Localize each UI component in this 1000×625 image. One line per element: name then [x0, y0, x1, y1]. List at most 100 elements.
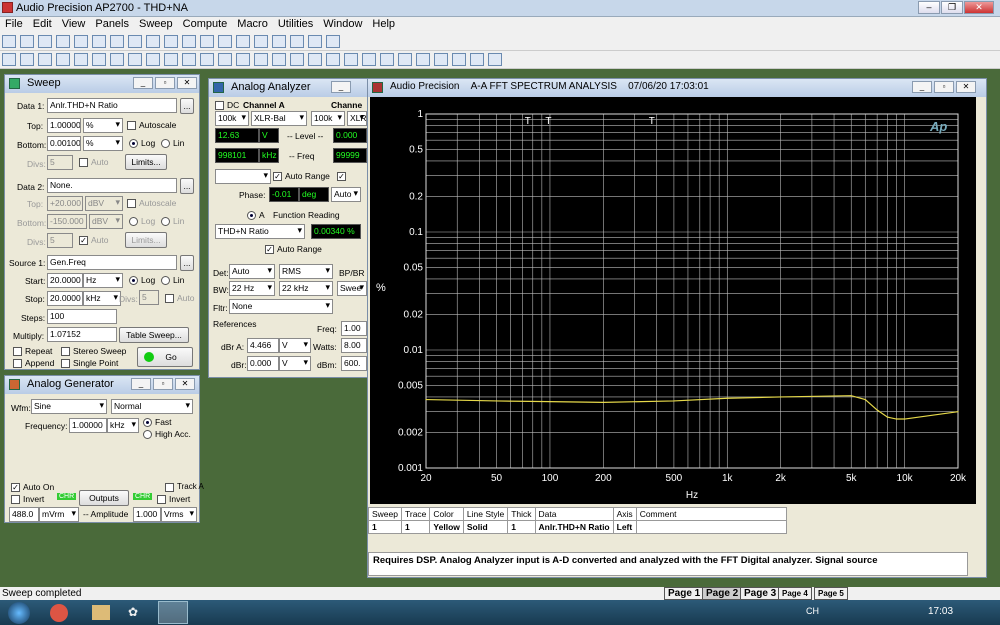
multiply-field[interactable]: 1.07152	[47, 327, 117, 342]
column-header[interactable]: Data	[534, 507, 614, 521]
watts-field[interactable]: 8.00	[341, 338, 367, 353]
toolbar-button-icon[interactable]	[416, 53, 430, 66]
toolbar-button-icon[interactable]	[38, 53, 52, 66]
restore-icon[interactable]: ❐	[941, 1, 963, 14]
toolbar-button-icon[interactable]	[56, 35, 70, 48]
toolbar-button-icon[interactable]	[38, 35, 52, 48]
bw-select[interactable]: 22 Hz	[229, 281, 275, 296]
stop-unit[interactable]: kHz	[83, 291, 121, 306]
invert2-checkbox[interactable]	[157, 495, 166, 504]
top2-unit[interactable]: dBV	[85, 196, 123, 211]
amplitude2-unit[interactable]: Vrms	[161, 507, 197, 522]
range-select[interactable]: 100k	[215, 111, 249, 126]
toolbar-button-icon[interactable]	[380, 53, 394, 66]
toolbar-button-icon[interactable]	[200, 53, 214, 66]
toolbar-button-icon[interactable]	[164, 35, 178, 48]
input-select[interactable]: XLR-Bal	[251, 111, 307, 126]
toolbar-button-icon[interactable]	[290, 35, 304, 48]
dbm-field[interactable]: 600.	[341, 356, 367, 371]
bottom-field[interactable]: 0.00100	[47, 136, 81, 151]
close-icon[interactable]: ✕	[964, 1, 994, 14]
dbr-field[interactable]: 0.000	[247, 356, 279, 371]
stop-field[interactable]: 20.0000	[47, 291, 83, 306]
log-radio[interactable]	[129, 139, 138, 148]
column-header[interactable]: Sweep	[368, 507, 402, 521]
column-header[interactable]: Axis	[612, 507, 637, 521]
data2-browse-button[interactable]: ...	[180, 178, 194, 194]
toolbar-button-icon[interactable]	[74, 35, 88, 48]
toolbar-button-icon[interactable]	[200, 35, 214, 48]
frequency-unit[interactable]: kHz	[107, 418, 139, 433]
limits2-button[interactable]: Limits...	[125, 232, 167, 248]
minimize-icon[interactable]: –	[918, 1, 940, 14]
function-select[interactable]: THD+N Ratio	[215, 224, 305, 239]
toolbar-button-icon[interactable]	[92, 35, 106, 48]
table-cell[interactable]	[635, 520, 787, 534]
page-tab-4[interactable]: Page 4	[778, 587, 812, 600]
wfm-select[interactable]: Sine	[31, 399, 107, 414]
amplitude-field[interactable]: 488.0	[9, 507, 39, 522]
fltr-select[interactable]: None	[229, 299, 333, 314]
input2-select[interactable]: XLR	[347, 111, 367, 126]
chr-badge[interactable]: CHR	[57, 493, 77, 500]
dbra-field[interactable]: 4.466	[247, 338, 279, 353]
toolbar-button-icon[interactable]	[164, 53, 178, 66]
chr2-badge[interactable]: CHR	[133, 493, 153, 500]
phase-unit[interactable]: deg	[299, 187, 329, 202]
toolbar-button-icon[interactable]	[128, 53, 142, 66]
comment-box[interactable]: Requires DSP. Analog Analyzer input is A…	[368, 552, 968, 576]
toolbar-button-icon[interactable]	[326, 35, 340, 48]
limits-button[interactable]: Limits...	[125, 154, 167, 170]
menu-help[interactable]: Help	[367, 17, 400, 31]
log3-radio[interactable]	[129, 276, 138, 285]
menu-panels[interactable]: Panels	[90, 17, 134, 31]
column-header[interactable]: Color	[429, 507, 464, 521]
table-cell[interactable]: Solid	[462, 520, 509, 534]
lin3-radio[interactable]	[161, 276, 170, 285]
level-unit[interactable]: V	[259, 128, 279, 143]
fft-plot[interactable]: 20 50 100 200 500 1k 2k 5k 10k 20k 1 0.5 0.2 0.1 0.05 0…	[370, 97, 976, 504]
wfm2-select[interactable]: Normal	[111, 399, 193, 414]
autoscale2-checkbox[interactable]	[127, 199, 136, 208]
page-tab-5[interactable]: Page 5	[814, 587, 848, 600]
single-point-checkbox[interactable]	[61, 359, 70, 368]
invert-checkbox[interactable]	[11, 495, 20, 504]
toolbar-button-icon[interactable]	[362, 53, 376, 66]
menu-window[interactable]: Window	[318, 17, 367, 31]
go-button[interactable]: Go	[137, 347, 193, 367]
toolbar-button-icon[interactable]	[20, 35, 34, 48]
toolbar-button-icon[interactable]	[74, 53, 88, 66]
column-header[interactable]: Line Style	[462, 507, 509, 521]
panel-minimize-icon[interactable]: _	[131, 378, 151, 390]
auto-on-checkbox[interactable]: ✓	[11, 483, 20, 492]
fast-radio[interactable]	[143, 418, 152, 427]
toolbar-button-icon[interactable]	[20, 53, 34, 66]
toolbar-button-icon[interactable]	[92, 53, 106, 66]
toolbar-button-icon[interactable]	[470, 53, 484, 66]
table-row[interactable]: 1 1 Yellow Solid 1 Anlr.THD+N Ratio Left	[368, 520, 787, 534]
dbra-unit[interactable]: V	[279, 338, 311, 353]
toolbar-button-icon[interactable]	[236, 35, 250, 48]
page-tab-3[interactable]: Page 3	[740, 587, 781, 600]
divs2-field[interactable]: 5	[47, 233, 73, 248]
toolbar-button-icon[interactable]	[326, 53, 340, 66]
toolbar-button-icon[interactable]	[488, 53, 502, 66]
toolbar-button-icon[interactable]	[434, 53, 448, 66]
column-header[interactable]: Comment	[635, 507, 787, 521]
menu-compute[interactable]: Compute	[178, 17, 233, 31]
blank-select[interactable]	[215, 169, 271, 184]
panel-minimize-icon[interactable]: _	[331, 81, 351, 93]
toolbar-button-icon[interactable]	[128, 35, 142, 48]
browser-icon[interactable]	[50, 604, 68, 622]
data2-field[interactable]: None.	[47, 178, 177, 193]
toolbar-button-icon[interactable]	[452, 53, 466, 66]
log2-radio[interactable]	[129, 217, 138, 226]
det2-select[interactable]: RMS	[279, 264, 333, 279]
divs3-field[interactable]: 5	[139, 290, 159, 305]
top-unit[interactable]: %	[83, 118, 123, 133]
column-header[interactable]: Thick	[507, 507, 536, 521]
steps-field[interactable]: 100	[47, 309, 117, 324]
toolbar-button-icon[interactable]	[146, 53, 160, 66]
panel-close-icon[interactable]: ✕	[177, 77, 197, 89]
panel-restore-icon[interactable]: ▫	[155, 77, 175, 89]
